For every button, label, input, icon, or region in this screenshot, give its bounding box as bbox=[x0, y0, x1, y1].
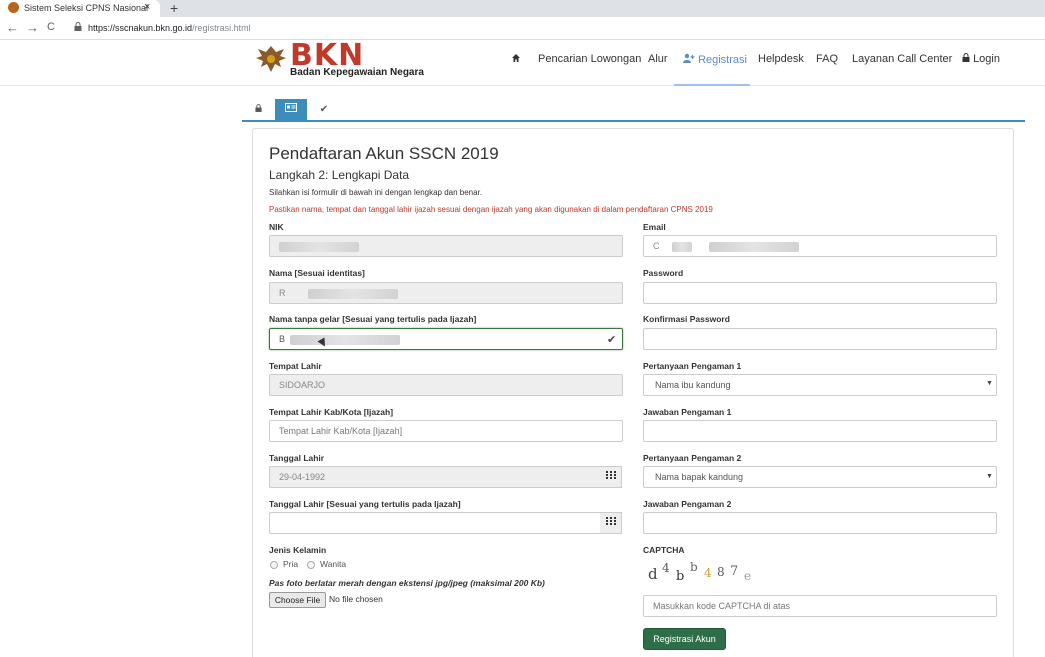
nav-registrasi-label: Registrasi bbox=[698, 54, 747, 66]
nav-login-label: Login bbox=[973, 53, 1000, 65]
step-data-tab[interactable] bbox=[275, 99, 307, 120]
redacted-value bbox=[308, 288, 399, 299]
nav-faq[interactable]: FAQ bbox=[816, 53, 838, 65]
nav-pencarian-lowongan[interactable]: Pencarian Lowongan bbox=[538, 53, 641, 65]
redacted-value bbox=[279, 241, 359, 252]
chevron-down-icon: ▼ bbox=[986, 473, 993, 480]
gender-label: Jenis Kelamin bbox=[269, 545, 327, 555]
step-tabs-underline bbox=[242, 120, 1025, 122]
nik-label: NIK bbox=[269, 222, 284, 232]
lock-icon bbox=[254, 104, 262, 112]
security-question-2-select[interactable]: Nama bapak kandung bbox=[643, 466, 997, 488]
captcha-image: d 4 b b 4 8 7 e bbox=[648, 560, 752, 584]
file-status: No file chosen bbox=[329, 594, 383, 604]
tempat-lahir-field[interactable]: SIDOARJO bbox=[269, 374, 623, 396]
confirm-password-field[interactable] bbox=[643, 328, 997, 350]
security-question-1-label: Pertanyaan Pengaman 1 bbox=[643, 361, 742, 371]
user-plus-icon bbox=[683, 53, 695, 63]
redacted-value bbox=[708, 241, 799, 252]
reload-icon[interactable]: C bbox=[47, 21, 55, 33]
captcha-input[interactable]: Masukkan kode CAPTCHA di atas bbox=[643, 595, 997, 617]
tempat-lahir-label: Tempat Lahir bbox=[269, 361, 322, 371]
form-step-heading: Langkah 2: Lengkapi Data bbox=[269, 168, 410, 182]
nama-gelar-label: Nama tanpa gelar [Sesuai yang tertulis p… bbox=[269, 314, 477, 324]
email-field[interactable]: C bbox=[643, 235, 997, 257]
security-question-1-select[interactable]: Nama ibu kandung bbox=[643, 374, 997, 396]
id-card-icon bbox=[285, 103, 297, 112]
calendar-icon[interactable] bbox=[600, 466, 622, 488]
logo-subtitle: Badan Kepegawaian Negara bbox=[290, 67, 424, 78]
nama-value: R bbox=[279, 288, 286, 298]
browser-tab[interactable]: Sistem Seleksi CPNS Nasional × bbox=[0, 0, 160, 17]
nik-field[interactable] bbox=[269, 235, 623, 257]
captcha-label: CAPTCHA bbox=[643, 545, 685, 555]
favicon-icon bbox=[8, 2, 19, 13]
new-tab-button[interactable]: + bbox=[170, 0, 178, 16]
redacted-value bbox=[672, 241, 693, 252]
security-answer-1-label: Jawaban Pengaman 1 bbox=[643, 407, 732, 417]
tempat-ijazah-field[interactable]: Tempat Lahir Kab/Kota [Ijazah] bbox=[269, 420, 623, 442]
form-warning-text: Pastikan nama, tempat dan tanggal lahir … bbox=[269, 205, 713, 214]
calendar-icon[interactable] bbox=[600, 512, 622, 534]
tempat-ijazah-label: Tempat Lahir Kab/Kota [Ijazah] bbox=[269, 407, 394, 417]
check-icon: ✔ bbox=[607, 334, 617, 346]
security-question-2-label: Pertanyaan Pengaman 2 bbox=[643, 453, 742, 463]
active-nav-indicator bbox=[674, 84, 750, 86]
tab-title: Sistem Seleksi CPNS Nasional bbox=[24, 3, 149, 13]
nama-gelar-value: B bbox=[279, 334, 286, 344]
nav-helpdesk[interactable]: Helpdesk bbox=[758, 53, 804, 65]
address-bar: ← → C https://sscnakun.bkn.go.id/registr… bbox=[0, 17, 1045, 40]
nav-alur[interactable]: Alur bbox=[648, 53, 668, 65]
url-host: https://sscnakun.bkn.go.id bbox=[88, 23, 193, 33]
check-icon: ✔ bbox=[319, 104, 329, 115]
security-answer-1-field[interactable] bbox=[643, 420, 997, 442]
home-icon[interactable] bbox=[511, 53, 521, 66]
form-info-text: Silahkan isi formulir di bawah ini denga… bbox=[269, 188, 483, 197]
choose-file-button[interactable]: Choose File bbox=[269, 592, 326, 608]
gender-wanita-radio[interactable] bbox=[307, 561, 315, 569]
email-value: C bbox=[653, 241, 660, 251]
password-field[interactable] bbox=[643, 282, 997, 304]
browser-tab-strip: Sistem Seleksi CPNS Nasional × + bbox=[0, 0, 1045, 17]
step-confirm-tab[interactable]: ✔ bbox=[308, 99, 340, 120]
nav-call-center[interactable]: Layanan Call Center bbox=[852, 53, 952, 65]
photo-note: Pas foto berlatar merah dengan ekstensi … bbox=[269, 578, 545, 588]
url-field[interactable]: https://sscnakun.bkn.go.id/registrasi.ht… bbox=[74, 20, 1045, 37]
site-header: BKN Badan Kepegawaian Negara Pencarian L… bbox=[0, 40, 1045, 86]
back-icon[interactable]: ← bbox=[6, 20, 19, 35]
nama-label: Nama [Sesuai identitas] bbox=[269, 268, 365, 278]
garuda-emblem-icon bbox=[256, 46, 286, 72]
forward-icon[interactable]: → bbox=[26, 20, 39, 35]
gender-pria-radio[interactable] bbox=[270, 561, 278, 569]
security-answer-2-label: Jawaban Pengaman 2 bbox=[643, 499, 732, 509]
tanggal-lahir-field[interactable]: 29-04-1992 bbox=[269, 466, 601, 488]
form-title: Pendaftaran Akun SSCN 2019 bbox=[269, 144, 499, 163]
nav-registrasi[interactable]: Registrasi bbox=[683, 53, 747, 66]
gender-pria-label: Pria bbox=[283, 559, 299, 569]
chevron-down-icon: ▼ bbox=[986, 380, 993, 387]
lock-icon bbox=[962, 53, 970, 62]
tanggal-ijazah-field[interactable] bbox=[269, 512, 601, 534]
url-path: /registrasi.html bbox=[192, 23, 251, 33]
registrasi-akun-button[interactable]: Registrasi Akun bbox=[643, 628, 726, 650]
confirm-password-label: Konfirmasi Password bbox=[643, 314, 730, 324]
password-label: Password bbox=[643, 268, 684, 278]
nav-login[interactable]: Login bbox=[962, 53, 1000, 65]
lock-icon bbox=[74, 20, 82, 37]
email-label: Email bbox=[643, 222, 666, 232]
redacted-value bbox=[289, 334, 400, 345]
step-account-tab[interactable] bbox=[242, 99, 274, 120]
nama-field[interactable]: R bbox=[269, 282, 623, 304]
gender-wanita-label: Wanita bbox=[320, 559, 347, 569]
tab-close-icon[interactable]: × bbox=[144, 1, 150, 13]
tanggal-lahir-label: Tanggal Lahir bbox=[269, 453, 325, 463]
security-answer-2-field[interactable] bbox=[643, 512, 997, 534]
tanggal-ijazah-label: Tanggal Lahir [Sesuai yang tertulis pada… bbox=[269, 499, 461, 509]
